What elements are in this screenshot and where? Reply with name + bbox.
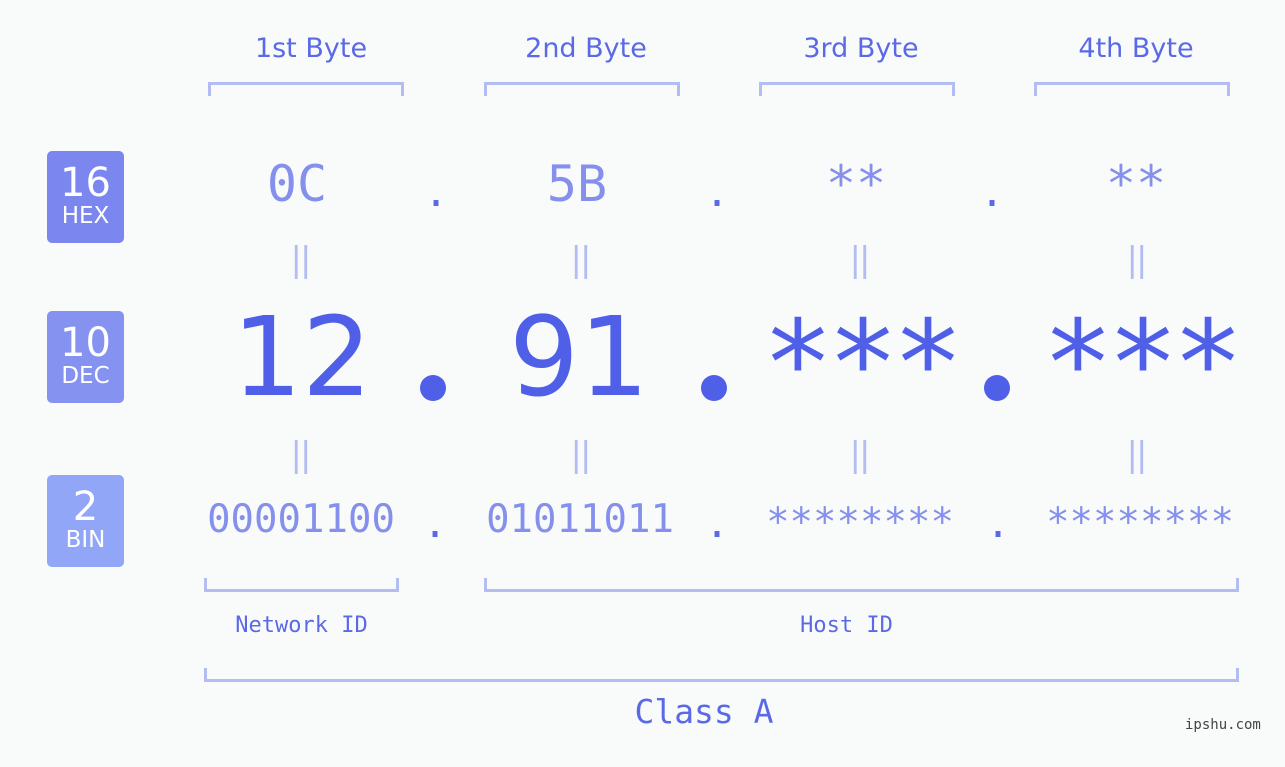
byte-bracket-1	[208, 82, 404, 96]
byte-bracket-4	[1034, 82, 1230, 96]
hex-badge: 16 HEX	[47, 151, 124, 243]
bin-value-3: ********	[766, 500, 954, 545]
hex-base: 16	[60, 160, 111, 206]
hex-value-1: 0C	[266, 155, 328, 213]
hex-label: HEX	[61, 203, 110, 229]
byte-header-1: 1st Byte	[254, 33, 368, 64]
network-id-bracket	[204, 578, 399, 592]
dec-value-2: 91	[509, 293, 649, 421]
dec-value-1: 12	[232, 293, 372, 421]
equals-sign: ||	[570, 435, 592, 475]
bin-value-2: 01011011	[486, 497, 674, 542]
equals-sign: ||	[570, 240, 592, 280]
byte-bracket-2	[484, 82, 680, 96]
class-bracket	[204, 668, 1239, 682]
dec-badge: 10 DEC	[47, 311, 124, 403]
dec-label: DEC	[61, 363, 110, 389]
byte-bracket-3	[759, 82, 955, 96]
byte-header-3: 3rd Byte	[803, 33, 919, 64]
network-id-label: Network ID	[235, 613, 368, 638]
class-label: Class A	[634, 692, 774, 731]
bin-badge: 2 BIN	[47, 475, 124, 567]
watermark: ipshu.com	[1185, 717, 1261, 733]
bin-value-4: ********	[1046, 500, 1234, 545]
equals-sign: ||	[290, 435, 312, 475]
equals-sign: ||	[849, 240, 871, 280]
byte-header-4: 4th Byte	[1078, 33, 1194, 64]
equals-sign: ||	[1126, 240, 1148, 280]
hex-value-3: **	[825, 155, 887, 213]
hex-value-2: 5B	[546, 155, 608, 213]
dec-value-4: ***	[1042, 294, 1243, 432]
bin-base: 2	[72, 484, 99, 530]
host-id-label: Host ID	[800, 613, 893, 638]
equals-sign: ||	[290, 240, 312, 280]
equals-sign: ||	[1126, 435, 1148, 475]
equals-sign: ||	[849, 435, 871, 475]
bin-value-1: 00001100	[207, 497, 395, 542]
bin-label: BIN	[65, 527, 106, 553]
dec-base: 10	[60, 320, 111, 366]
host-id-bracket	[484, 578, 1239, 592]
dec-value-3: ***	[762, 294, 963, 432]
byte-header-2: 2nd Byte	[525, 33, 647, 64]
hex-value-4: **	[1105, 155, 1167, 213]
